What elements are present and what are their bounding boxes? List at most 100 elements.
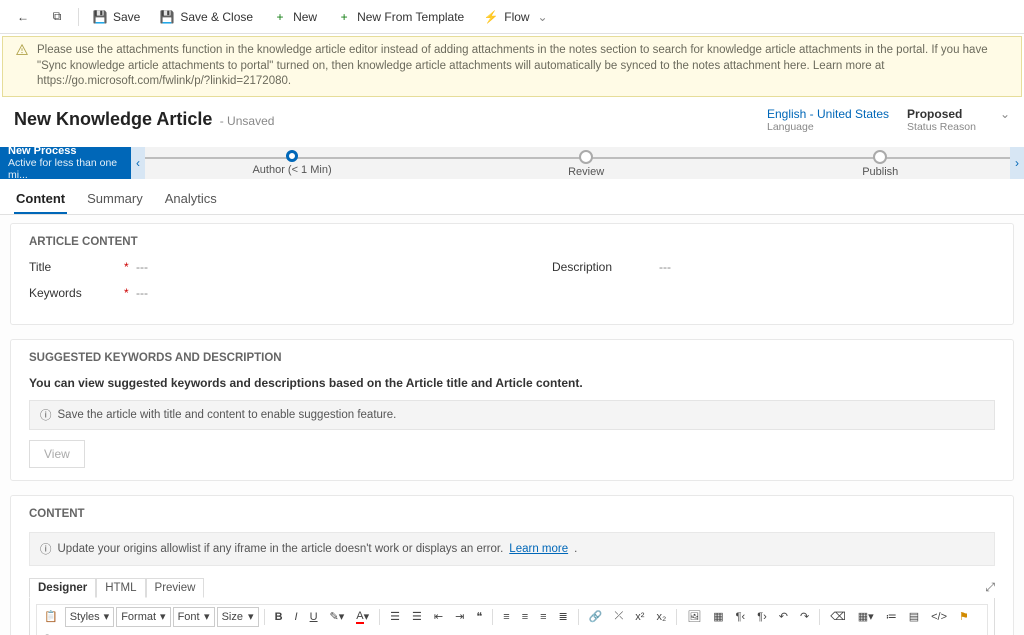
undo-icon[interactable]: ↶ [774,607,793,627]
italic-icon[interactable]: I [290,607,303,627]
learn-more-link[interactable]: Learn more [509,543,568,555]
font-dropdown[interactable]: Font▾ [173,607,215,627]
editor-mode-tabs: DesignerHTMLPreview [29,578,204,598]
content-section: CONTENT ⓘ Update your origins allowlist … [10,495,1014,635]
strike-icon[interactable]: ✎▾ [325,607,350,627]
editor-tab-html[interactable]: HTML [96,578,145,598]
status-field[interactable]: Proposed Status Reason [907,107,976,133]
warning-bar: Please use the attachments function in t… [2,36,1022,97]
warning-text: Please use the attachments function in t… [37,43,1009,90]
suggest-message: You can view suggested keywords and desc… [29,376,995,390]
redo-icon[interactable]: ↷ [795,607,814,627]
bpf-track: Author (< 1 Min) Review Publish [145,147,1010,179]
status-value: Proposed [907,107,976,121]
suggest-info-text: Save the article with title and content … [58,409,397,421]
bullets-icon[interactable]: ☰ [385,607,405,627]
bpf-forward-button[interactable]: › [1010,147,1024,179]
align-left-icon[interactable]: ≡ [498,607,514,627]
form-tabs: Content Summary Analytics [0,179,1024,215]
stage-circle-icon [873,150,887,164]
align-right-icon[interactable]: ≡ [535,607,551,627]
new-button[interactable]: +New [265,6,325,28]
flow-button[interactable]: ⚡Flow⌄ [476,6,557,28]
language-value: English - United States [767,107,889,121]
language-field[interactable]: English - United States Language [767,107,889,133]
bpf-stage[interactable]: Author (< 1 Min) [232,150,352,176]
warning-icon [15,43,29,57]
image-icon[interactable]: 🖼 [682,607,706,627]
editor-tab-preview[interactable]: Preview [146,578,205,598]
field-value: --- [136,260,148,274]
save-close-button[interactable]: 💾Save & Close [152,6,261,28]
stage-label: Publish [862,166,898,178]
stage-label: Author (< 1 Min) [252,164,331,176]
subscript-icon[interactable]: x₂ [651,607,671,627]
new-template-label: New From Template [357,10,464,24]
tab-analytics[interactable]: Analytics [163,185,219,214]
bold-icon[interactable]: B [270,607,288,627]
paste-icon[interactable]: 📋 [39,607,63,627]
clear-icon[interactable]: ⌫ [825,607,851,627]
back-button[interactable]: ← [8,6,38,28]
unsaved-indicator: - Unsaved [220,114,275,128]
source-icon[interactable]: </> [926,607,952,627]
header-fields: English - United States Language Propose… [767,107,1010,133]
chevron-down-icon[interactable]: ⌄ [1000,107,1010,121]
chevron-down-icon: ▾ [204,610,210,623]
superscript-icon[interactable]: x² [630,607,649,627]
justify-icon[interactable]: ≣ [554,607,573,627]
description-field[interactable]: Description --- [552,260,995,274]
styles-dropdown[interactable]: Styles▾ [65,607,115,627]
new-template-button[interactable]: +New From Template [329,6,472,28]
media-icon[interactable]: ▦ [708,607,728,627]
rtl-icon[interactable]: ¶› [752,607,772,627]
title-field[interactable]: Title * --- [29,260,472,274]
help-icon[interactable]: ? [39,629,55,635]
anchor-icon[interactable]: ⚑ [954,607,974,627]
section-header: SUGGESTED KEYWORDS AND DESCRIPTION [29,352,995,364]
chevron-down-icon: ▾ [160,610,166,623]
keywords-field[interactable]: Keywords * --- [29,286,472,300]
rich-text-editor: 📋 Styles▾ Format▾ Font▾ Size▾ B I U ✎▾ A… [29,598,995,635]
indent-icon[interactable]: ⇥ [450,607,469,627]
outdent-icon[interactable]: ⇤ [429,607,448,627]
size-dropdown[interactable]: Size▾ [217,607,259,627]
business-process-flow: New Process Active for less than one mi.… [0,143,1024,179]
special-icon[interactable]: ≔ [881,607,902,627]
bpf-back-button[interactable]: ‹ [131,147,145,179]
section-header: CONTENT [29,508,995,520]
required-indicator: * [124,260,136,274]
arrow-left-icon: ← [16,10,30,24]
field-label: Title [29,260,124,274]
editor-tab-designer[interactable]: Designer [29,578,96,598]
info-icon: ⓘ [40,407,52,423]
bpf-active-stage[interactable]: New Process Active for less than one mi.… [0,147,135,179]
stage-circle-icon [579,150,593,164]
quote-icon[interactable]: ❝ [471,607,487,627]
refresh-button[interactable]: ⧉ [42,6,72,28]
bpf-stage-name: New Process [8,145,127,157]
divider [78,8,79,26]
tab-content[interactable]: Content [14,185,67,214]
numbering-icon[interactable]: ☰ [407,607,427,627]
required-indicator: * [124,286,136,300]
ltr-icon[interactable]: ¶‹ [731,607,751,627]
bpf-stage[interactable]: Review [526,150,646,178]
suggest-info: ⓘ Save the article with title and conten… [29,400,995,430]
save-button[interactable]: 💾Save [85,6,148,28]
fontcolor-icon[interactable]: A▾ [351,607,374,627]
form-body: ARTICLE CONTENT Title * --- Keywords * -… [0,215,1024,635]
view-button[interactable]: View [29,440,85,468]
align-center-icon[interactable]: ≡ [517,607,533,627]
table-icon[interactable]: ▦▾ [853,607,879,627]
unlink-icon[interactable]: ⤫ [609,607,628,627]
format-dropdown[interactable]: Format▾ [116,607,170,627]
expand-icon[interactable]: ⤢ [985,580,995,595]
bpf-stage[interactable]: Publish [820,150,940,178]
embed-icon[interactable]: ▤ [904,607,924,627]
tab-summary[interactable]: Summary [85,185,145,214]
chevron-down-icon: ▾ [104,610,110,623]
underline-icon[interactable]: U [305,607,323,627]
suggested-section: SUGGESTED KEYWORDS AND DESCRIPTION You c… [10,339,1014,481]
link-icon[interactable]: 🔗 [584,607,608,627]
